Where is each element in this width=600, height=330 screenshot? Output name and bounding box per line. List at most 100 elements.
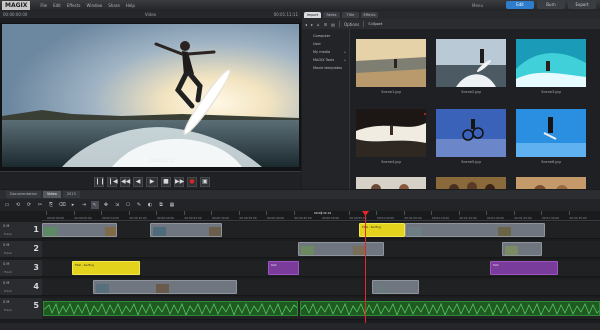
tab-video[interactable]: Video	[42, 191, 61, 198]
tab-effects[interactable]: Effects	[361, 12, 378, 18]
title-clip[interactable]: Titel - Surfing	[72, 261, 140, 275]
track-name: Track	[4, 270, 12, 274]
draw-icon[interactable]: ✎	[135, 201, 143, 209]
move-icon[interactable]: ✥	[102, 201, 110, 209]
go-to-start-icon[interactable]: ❙◀	[107, 177, 118, 187]
tree-item-my-media[interactable]: My media ▸	[302, 48, 349, 56]
copy-icon[interactable]: ⎘	[47, 201, 55, 209]
fullscreen-icon[interactable]: ▣	[200, 177, 210, 187]
waveform-image	[44, 302, 297, 315]
tree-item-magix-tools[interactable]: MAGIX Tools ▸	[302, 56, 349, 64]
layout-icon[interactable]: ▭	[3, 201, 11, 209]
track-controls[interactable]: S M	[3, 224, 9, 228]
view-options-select[interactable]: Options	[344, 22, 359, 27]
thumbnail-item[interactable]	[512, 169, 588, 189]
menu-help[interactable]: Help	[126, 3, 135, 8]
ruler-label: 00:01:15:00	[459, 216, 477, 220]
track-header[interactable]: S M Track 1	[0, 222, 42, 239]
tab-import[interactable]: Import	[304, 12, 321, 18]
video-clip[interactable]	[405, 223, 545, 237]
video-frame[interactable]: 00:00:15:31	[2, 24, 299, 167]
thumbnail-item[interactable]: Scene1.jpg	[352, 31, 428, 99]
video-clip[interactable]	[150, 223, 222, 237]
audio-clip[interactable]	[43, 301, 298, 316]
timeline-ruler[interactable]: 00:00:00:00 00:00:05:00 00:00:10:00 00:00:1…	[42, 211, 600, 221]
color-icon[interactable]: ◐	[146, 201, 154, 209]
back-icon[interactable]: ◂	[305, 22, 307, 27]
grid-view-icon[interactable]: ▤	[331, 22, 335, 27]
thumbnail-item[interactable]: Scene4.jpg	[352, 101, 428, 169]
fast-forward-icon[interactable]: ▶▶	[174, 177, 184, 187]
tree-item-computer[interactable]: Computer	[302, 32, 349, 40]
track-header[interactable]: S M Track 3	[0, 260, 42, 277]
track-lane[interactable]	[42, 279, 600, 296]
play-icon[interactable]: ▶	[146, 177, 158, 187]
edit-mode-button[interactable]: Edit	[506, 1, 534, 9]
video-clip[interactable]	[298, 242, 384, 256]
list-view-icon[interactable]: ☰	[324, 22, 328, 27]
stop-icon[interactable]: ■	[161, 177, 171, 187]
home-icon[interactable]: ⌂	[317, 22, 320, 27]
track-lane[interactable]	[42, 298, 600, 320]
track-header[interactable]: S M Track 2	[0, 241, 42, 258]
menu-effects[interactable]: Effects	[67, 3, 81, 8]
tab-fades[interactable]: Fades	[323, 12, 340, 18]
thumbnail-item[interactable]: Scene5.jpg	[432, 101, 508, 169]
fade-clip[interactable]: Text	[490, 261, 558, 275]
tree-item-user[interactable]: User	[302, 40, 349, 48]
track-controls[interactable]: S M	[3, 281, 9, 285]
undo-icon[interactable]: ⟲	[14, 201, 22, 209]
group-icon[interactable]: ⎔	[124, 201, 132, 209]
track-controls[interactable]: S M	[3, 262, 9, 266]
video-clip[interactable]	[42, 223, 117, 237]
step-back-icon[interactable]: ◀	[133, 177, 143, 187]
thumbnail-item[interactable]: Scene3.jpg	[512, 31, 588, 99]
rewind-icon[interactable]: ◀◀	[120, 177, 130, 187]
tab-2013[interactable]: 2013	[62, 191, 80, 198]
record-icon[interactable]: ●	[187, 177, 197, 187]
playhead[interactable]	[365, 211, 366, 323]
preview-subheader	[0, 18, 301, 23]
menu-edit[interactable]: Edit	[53, 3, 61, 8]
video-clip[interactable]	[372, 280, 419, 294]
transport-bar: ❙❙ ❙◀ ◀◀ ◀ ▶ ■ ▶▶ ● ▣	[0, 171, 301, 189]
track-header[interactable]: S M Track 4	[0, 279, 42, 296]
storyboard-icon[interactable]: ▦	[168, 201, 176, 209]
track-lane[interactable]: Titel - Surfing	[42, 222, 600, 239]
folder-path-select[interactable]: S:\Sport	[368, 22, 410, 26]
menu-share[interactable]: Share	[108, 3, 120, 8]
jump-icon[interactable]: ⇥	[80, 201, 88, 209]
burn-mode-button[interactable]: Burn	[537, 1, 565, 9]
stretch-icon[interactable]: ⇲	[113, 201, 121, 209]
menu-window[interactable]: Window	[86, 3, 102, 8]
thumbnail-item[interactable]	[432, 169, 508, 189]
duplicate-icon[interactable]: ⧉	[157, 201, 165, 209]
track-controls[interactable]: S M	[3, 300, 9, 304]
track-controls[interactable]: S M	[3, 243, 9, 247]
cut-icon[interactable]: ✂	[36, 201, 44, 209]
menu-file[interactable]: File	[40, 3, 47, 8]
thumbnail-item[interactable]	[352, 169, 428, 189]
forward-icon[interactable]: ▸	[311, 22, 313, 27]
fade-clip[interactable]: Text	[268, 261, 299, 275]
video-clip[interactable]	[93, 280, 237, 294]
track-header[interactable]: S M Track 5	[0, 298, 42, 320]
audio-clip[interactable]	[300, 301, 600, 316]
tree-item-movie-templates[interactable]: Movie templates	[302, 64, 349, 72]
play-icon[interactable]: ▸	[69, 201, 77, 209]
timeline-scrollbar[interactable]	[0, 323, 600, 330]
thumbnail-item[interactable]: Scene2.jpg	[432, 31, 508, 99]
export-mode-button[interactable]: Export	[568, 1, 596, 9]
tab-documentation[interactable]: Documentation	[6, 191, 41, 198]
delete-icon[interactable]: ⌫	[58, 201, 66, 209]
redo-icon[interactable]: ⟳	[25, 201, 33, 209]
track-lane[interactable]	[42, 241, 600, 258]
track-lane[interactable]: Titel - Surfing Text Text	[42, 260, 600, 277]
pause-icon[interactable]: ❙❙	[94, 177, 105, 187]
tab-title[interactable]: Title	[342, 12, 359, 18]
pointer-icon[interactable]: ↖	[91, 201, 99, 209]
ruler-label: 00:00:50:00	[322, 216, 340, 220]
video-clip[interactable]	[502, 242, 542, 256]
thumbnail-item[interactable]: Scene6.jpg	[512, 101, 588, 169]
mini-menu[interactable]: Menu	[472, 3, 483, 8]
